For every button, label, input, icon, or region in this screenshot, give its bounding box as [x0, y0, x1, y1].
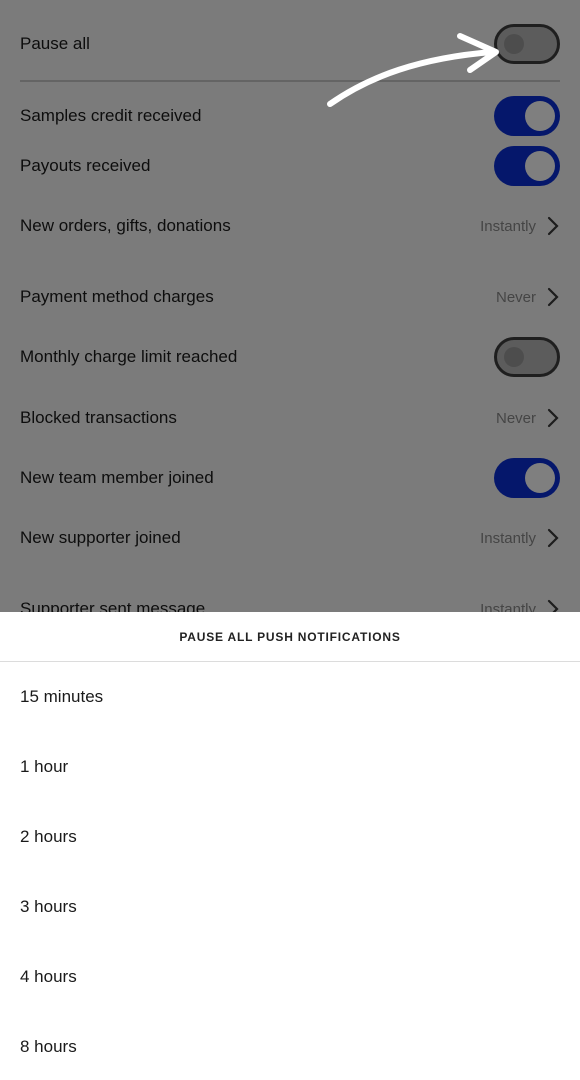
setting-row-new-supporter[interactable]: New supporter joined Instantly [20, 516, 560, 560]
pause-notifications-sheet: PAUSE ALL PUSH NOTIFICATIONS 15 minutes … [0, 612, 580, 1080]
toggle-knob [525, 463, 555, 493]
setting-label: Payouts received [20, 156, 151, 175]
pause-all-label: Pause all [20, 34, 90, 53]
setting-label: Supporter sent message [20, 599, 206, 612]
setting-row-payouts[interactable]: Payouts received [20, 144, 560, 188]
setting-row-supporter-message[interactable]: Supporter sent message Instantly [20, 587, 560, 612]
option-1-hour[interactable]: 1 hour [20, 747, 560, 787]
setting-row-monthly-limit[interactable]: Monthly charge limit reached [20, 335, 560, 379]
option-4-hours[interactable]: 4 hours [20, 957, 560, 997]
setting-row-blocked[interactable]: Blocked transactions Never [20, 396, 560, 440]
setting-row-team-member[interactable]: New team member joined [20, 456, 560, 500]
curved-arrow-icon [327, 33, 499, 107]
team-member-toggle[interactable] [494, 458, 560, 498]
chevron-right-icon [547, 216, 559, 236]
setting-label: Samples credit received [20, 106, 202, 125]
payouts-toggle[interactable] [494, 146, 560, 186]
monthly-limit-toggle[interactable] [494, 337, 560, 377]
option-15-minutes[interactable]: 15 minutes [20, 677, 560, 717]
setting-row-new-orders[interactable]: New orders, gifts, donations Instantly [20, 204, 560, 248]
toggle-knob [504, 347, 524, 367]
setting-label: Monthly charge limit reached [20, 347, 238, 366]
chevron-right-icon [547, 599, 559, 612]
sheet-title: PAUSE ALL PUSH NOTIFICATIONS [0, 612, 580, 662]
setting-row-payment-charges[interactable]: Payment method charges Never [20, 275, 560, 319]
chevron-right-icon [547, 408, 559, 428]
option-2-hours[interactable]: 2 hours [20, 817, 560, 857]
setting-value: Instantly [480, 600, 536, 613]
toggle-knob [525, 151, 555, 181]
setting-label: New supporter joined [20, 528, 181, 547]
chevron-right-icon [547, 287, 559, 307]
option-8-hours[interactable]: 8 hours [20, 1027, 560, 1067]
setting-value: Instantly [480, 529, 536, 547]
setting-label: Blocked transactions [20, 408, 177, 427]
setting-value: Instantly [480, 217, 536, 235]
setting-label: Payment method charges [20, 287, 214, 306]
option-3-hours[interactable]: 3 hours [20, 887, 560, 927]
setting-value: Never [495, 409, 536, 427]
chevron-right-icon [547, 528, 559, 548]
setting-value: Never [495, 288, 536, 306]
setting-label: New team member joined [20, 468, 214, 487]
toggle-knob [525, 101, 555, 131]
setting-label: New orders, gifts, donations [20, 216, 231, 235]
